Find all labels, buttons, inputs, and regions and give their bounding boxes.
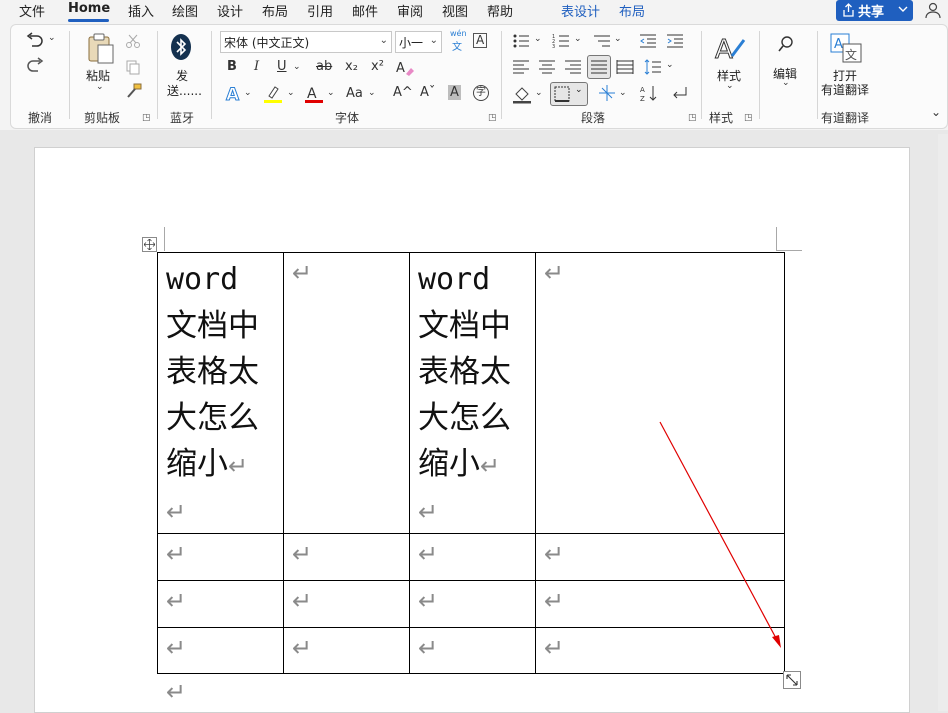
resize-diagonal-icon [786, 674, 798, 686]
table-resize-handle[interactable] [783, 671, 801, 689]
vertical-scrollbar[interactable] [938, 134, 948, 711]
annotation-arrow-icon [659, 421, 781, 648]
